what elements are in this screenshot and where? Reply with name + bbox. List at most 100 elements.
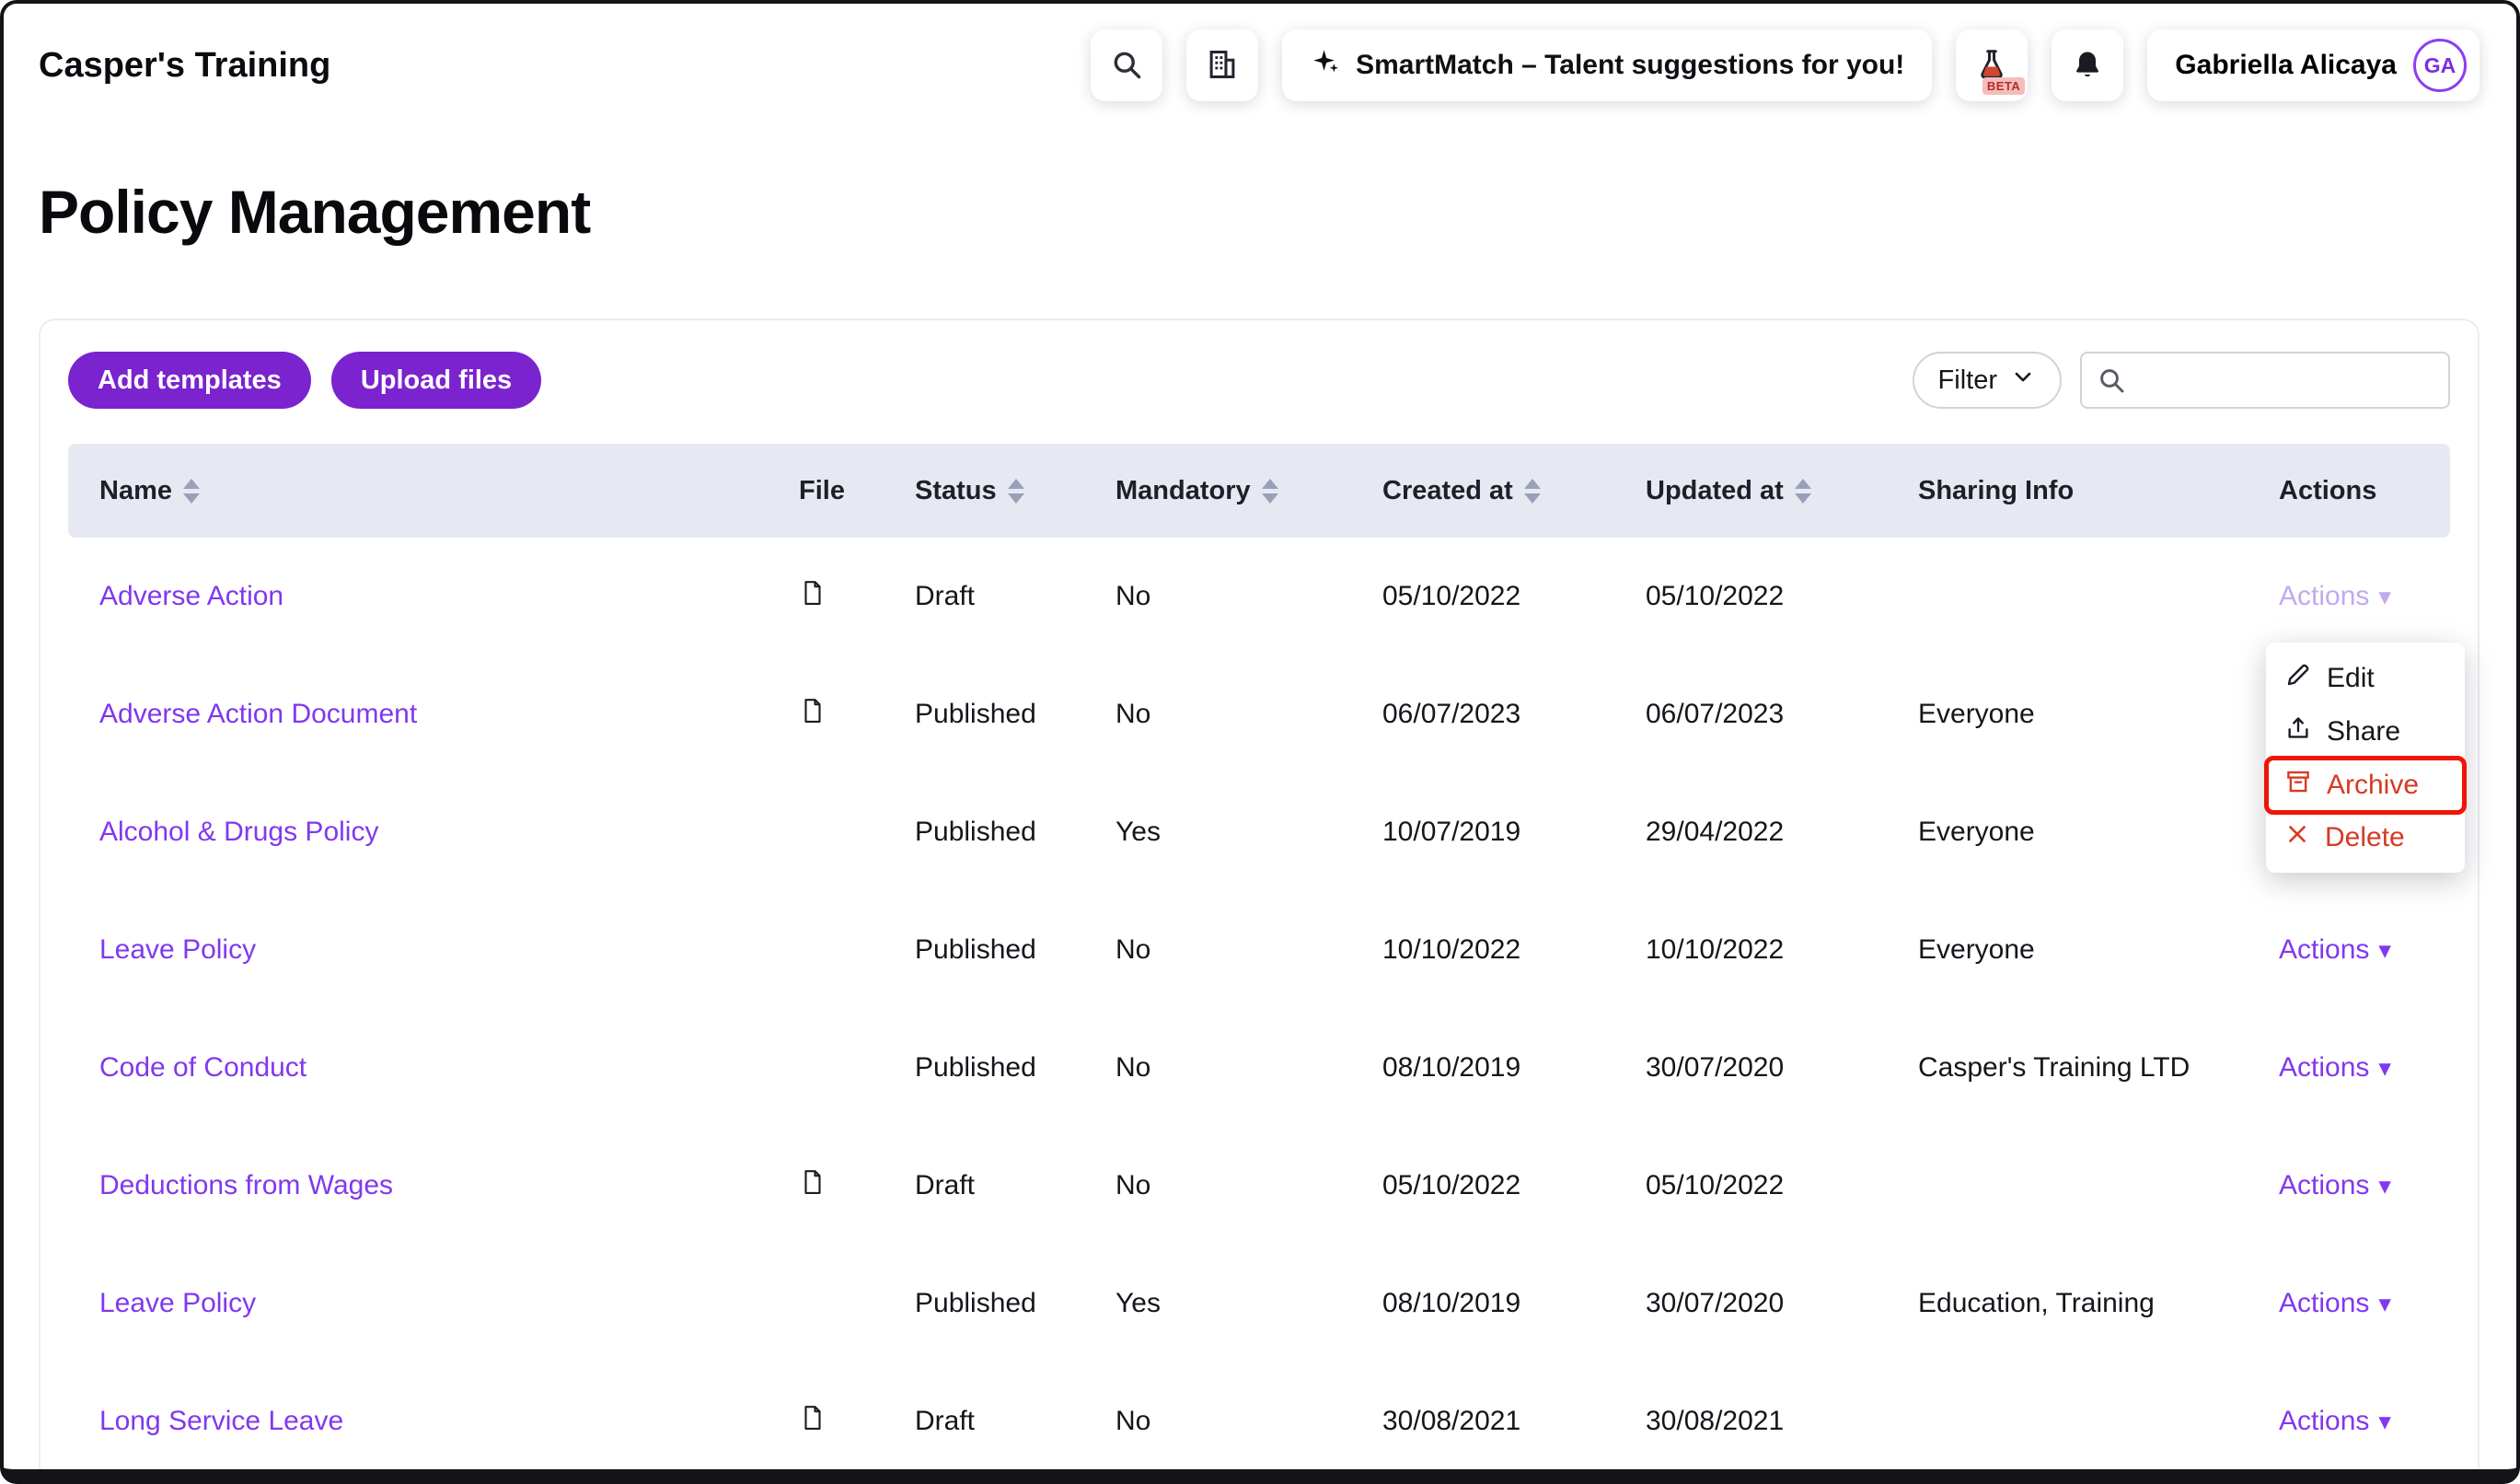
policy-name-link[interactable]: Adverse Action [99,581,283,611]
smartmatch-button[interactable]: SmartMatch – Talent suggestions for you! [1282,29,1932,101]
caret-down-icon: ▾ [2378,1174,2391,1199]
caret-down-icon: ▾ [2378,1056,2391,1081]
top-bar: Casper's Training SmartMatch – Talent su… [4,4,2516,123]
user-menu-button[interactable]: Gabriella Alicaya GA [2147,29,2480,101]
updated-at-cell: 06/07/2023 [1646,699,1918,730]
column-header-updated-at[interactable]: Updated at [1646,476,1918,506]
notifications-button[interactable] [2052,29,2123,101]
policy-name-link[interactable]: Alcohol & Drugs Policy [99,817,378,847]
row-actions-button[interactable]: Actions ▾ [2279,1406,2391,1437]
sort-icon[interactable] [1262,479,1278,504]
search-icon [2097,365,2126,395]
column-label: File [799,476,845,506]
file-icon [799,694,827,727]
file-cell [799,1165,915,1206]
table-row: Leave Policy Published Yes 08/10/2019 30… [68,1245,2450,1362]
beta-badge: BETA [1982,77,2025,95]
filter-button[interactable]: Filter [1913,352,2062,409]
row-actions-button[interactable]: Actions ▾ [2279,1288,2391,1319]
sharing-info-cell: Casper's Training LTD [1918,1052,2279,1084]
avatar: GA [2413,39,2467,92]
status-cell: Draft [915,1406,1116,1437]
column-label: Name [99,476,172,506]
search-input[interactable] [2080,352,2450,409]
policy-name-link[interactable]: Adverse Action Document [99,699,417,729]
sharing-info-cell: Everyone [1918,817,2279,848]
policy-name-link[interactable]: Leave Policy [99,934,256,965]
column-label: Updated at [1646,476,1784,506]
column-header-name[interactable]: Name [99,476,799,506]
toolbar-right: Filter [1913,352,2450,409]
mandatory-cell: No [1116,1406,1382,1437]
search-icon [1110,48,1143,84]
caret-down-icon: ▾ [2378,1409,2391,1434]
row-actions-button[interactable]: Actions ▾ [2279,1170,2391,1201]
mandatory-cell: No [1116,581,1382,612]
table-row: Long Service Leave Draft No 30/08/2021 3… [68,1362,2450,1480]
created-at-cell: 08/10/2019 [1382,1288,1646,1319]
app-window: Casper's Training SmartMatch – Talent su… [0,0,2520,1484]
row-actions-button[interactable]: Actions ▾ [2279,1052,2391,1084]
status-cell: Published [915,817,1116,848]
user-name: Gabriella Alicaya [2175,50,2397,81]
add-templates-button[interactable]: Add templates [68,352,311,409]
toolbar-left: Add templates Upload files [68,352,541,409]
sharing-info-cell: Everyone [1918,699,2279,730]
row-actions-button[interactable]: Actions ▾ [2279,581,2391,612]
name-cell: Deductions from Wages [99,1170,799,1201]
archive-icon [2284,768,2312,803]
menu-item-delete[interactable]: Delete [2266,812,2465,864]
actions-cell: Actions ▾ [2279,1406,2450,1437]
policy-name-link[interactable]: Deductions from Wages [99,1170,393,1200]
policy-name-link[interactable]: Code of Conduct [99,1052,306,1083]
column-header-status[interactable]: Status [915,476,1116,506]
x-icon [2284,821,2310,854]
organisation-button[interactable] [1186,29,1258,101]
file-icon [799,1401,827,1434]
name-cell: Adverse Action [99,581,799,612]
filter-label: Filter [1938,365,1997,396]
name-cell: Leave Policy [99,1288,799,1319]
mandatory-cell: Yes [1116,1288,1382,1319]
sort-icon[interactable] [1795,479,1811,504]
updated-at-cell: 30/08/2021 [1646,1406,1918,1437]
updated-at-cell: 10/10/2022 [1646,934,1918,966]
policy-name-link[interactable]: Leave Policy [99,1288,256,1318]
column-header-mandatory[interactable]: Mandatory [1116,476,1382,506]
sort-icon[interactable] [183,479,200,504]
caret-down-icon: ▾ [2378,1292,2391,1316]
status-cell: Published [915,1288,1116,1319]
sharing-info-cell: Everyone [1918,934,2279,966]
caret-down-icon: ▾ [2378,585,2391,609]
created-at-cell: 08/10/2019 [1382,1052,1646,1084]
created-at-cell: 10/07/2019 [1382,817,1646,848]
actions-cell: Actions ▾ [2279,1052,2450,1084]
table-row: Adverse Action Draft No 05/10/2022 05/10… [68,538,2450,655]
menu-item-share[interactable]: Share [2266,705,2465,759]
updated-at-cell: 05/10/2022 [1646,1170,1918,1201]
table-header-row: Name File Status Mandatory Created at Up… [68,444,2450,538]
column-header-created-at[interactable]: Created at [1382,476,1646,506]
app-title: Casper's Training [39,46,330,86]
policy-name-link[interactable]: Long Service Leave [99,1406,343,1436]
upload-files-button[interactable]: Upload files [331,352,541,409]
created-at-cell: 05/10/2022 [1382,581,1646,612]
search-button[interactable] [1091,29,1162,101]
row-actions-button[interactable]: Actions ▾ [2279,934,2391,966]
name-cell: Adverse Action Document [99,699,799,730]
table-body: Adverse Action Draft No 05/10/2022 05/10… [68,538,2450,1480]
labs-button[interactable]: BETA [1956,29,2028,101]
share-icon [2284,714,2312,749]
updated-at-cell: 29/04/2022 [1646,817,1918,848]
column-label: Sharing Info [1918,476,2074,506]
file-cell [799,576,915,617]
menu-item-archive[interactable]: Archive [2266,759,2465,812]
menu-item-edit[interactable]: Edit [2266,652,2465,705]
mandatory-cell: No [1116,934,1382,966]
policy-table: Name File Status Mandatory Created at Up… [68,444,2450,1480]
sort-icon[interactable] [1524,479,1541,504]
sort-icon[interactable] [1008,479,1024,504]
column-header-sharing-info: Sharing Info [1918,476,2279,506]
name-cell: Code of Conduct [99,1052,799,1084]
name-cell: Alcohol & Drugs Policy [99,817,799,848]
